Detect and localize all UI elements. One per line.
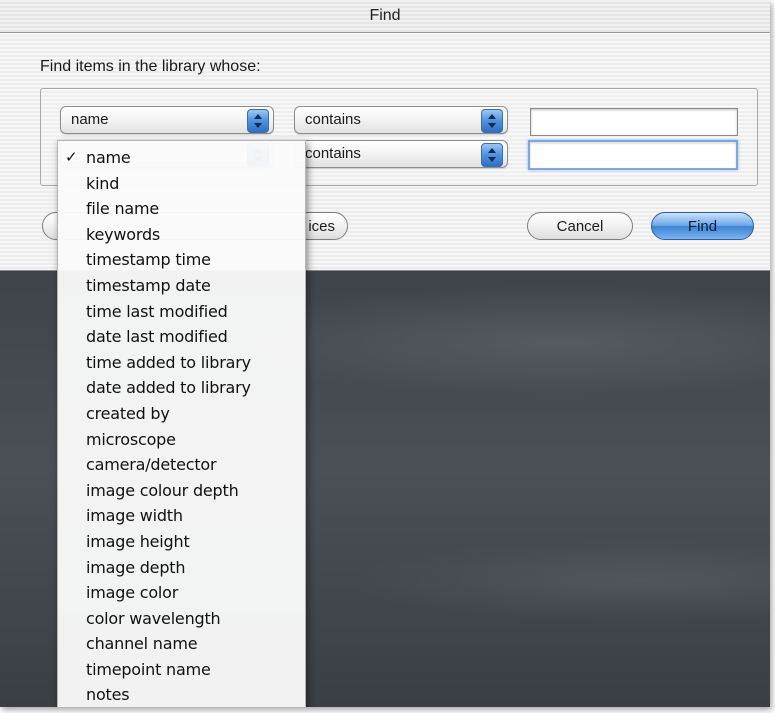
operator-popup-2-value: contains bbox=[305, 145, 361, 162]
operator-popup-1[interactable]: contains bbox=[294, 106, 508, 134]
cancel-button-label: Cancel bbox=[556, 218, 604, 235]
menu-item-label: timestamp date bbox=[86, 275, 211, 295]
title-bar[interactable]: Find bbox=[0, 0, 770, 33]
menu-item[interactable]: timepoint name bbox=[58, 657, 305, 683]
menu-item[interactable]: color wavelength bbox=[58, 606, 305, 632]
value-field-1[interactable] bbox=[530, 108, 738, 136]
cancel-button[interactable]: Cancel bbox=[527, 212, 633, 240]
find-button-label: Find bbox=[687, 218, 718, 235]
menu-item-label: keywords bbox=[86, 224, 161, 244]
more-choices-button-label: ices bbox=[308, 218, 335, 235]
menu-item-label: camera/detector bbox=[86, 455, 217, 475]
menu-item-label: time added to library bbox=[86, 352, 251, 372]
field-dropdown-menu: ✓ name kind file name keywords timestamp time… bbox=[57, 140, 306, 707]
menu-item[interactable]: date last modified bbox=[58, 324, 305, 350]
menu-item[interactable]: created by bbox=[58, 401, 305, 427]
menu-item[interactable]: image width bbox=[58, 503, 305, 529]
menu-item-label: color wavelength bbox=[86, 608, 221, 628]
find-window: Find Find items in the library whose: na… bbox=[0, 0, 770, 707]
menu-item[interactable]: image color bbox=[58, 580, 305, 606]
find-prompt-label: Find items in the library whose: bbox=[40, 58, 261, 75]
operator-popup-2[interactable]: contains bbox=[294, 140, 508, 168]
find-button[interactable]: Find bbox=[651, 212, 754, 240]
menu-item[interactable]: ✓ name bbox=[58, 145, 305, 171]
menu-item-label: image colour depth bbox=[86, 480, 239, 500]
field-popup-1[interactable]: name bbox=[60, 106, 274, 134]
menu-item[interactable]: camera/detector bbox=[58, 452, 305, 478]
menu-item[interactable]: time added to library bbox=[58, 350, 305, 376]
popup-arrows-icon bbox=[481, 109, 503, 133]
menu-item[interactable]: time last modified bbox=[58, 299, 305, 325]
menu-item[interactable]: file name bbox=[58, 196, 305, 222]
value-input-2[interactable] bbox=[530, 142, 736, 168]
menu-item-label: channel name bbox=[86, 634, 198, 654]
menu-item-label: created by bbox=[86, 403, 170, 423]
menu-item[interactable]: timestamp time bbox=[58, 247, 305, 273]
window-title: Find bbox=[369, 7, 401, 24]
operator-popup-1-value: contains bbox=[305, 111, 361, 128]
menu-item[interactable]: kind bbox=[58, 171, 305, 197]
menu-item[interactable]: image height bbox=[58, 529, 305, 555]
popup-arrows-icon bbox=[247, 109, 269, 133]
menu-item[interactable]: notes bbox=[58, 682, 305, 707]
menu-item-label: time last modified bbox=[86, 301, 228, 321]
field-menu-list: ✓ name kind file name keywords timestamp time… bbox=[58, 145, 305, 707]
menu-item-label: kind bbox=[86, 173, 120, 193]
menu-item-label: notes bbox=[86, 685, 130, 705]
menu-item[interactable]: channel name bbox=[58, 631, 305, 657]
menu-item-label: image height bbox=[86, 531, 190, 551]
menu-item[interactable]: date added to library bbox=[58, 375, 305, 401]
menu-item-label: date added to library bbox=[86, 378, 251, 398]
field-popup-1-value: name bbox=[71, 111, 109, 128]
menu-item[interactable]: microscope bbox=[58, 427, 305, 453]
popup-arrows-icon bbox=[481, 143, 503, 167]
menu-item-label: timepoint name bbox=[86, 659, 211, 679]
checkmark-icon: ✓ bbox=[65, 148, 78, 166]
menu-item-label: microscope bbox=[86, 429, 176, 449]
menu-item[interactable]: image depth bbox=[58, 555, 305, 581]
menu-item-label: image color bbox=[86, 583, 179, 603]
menu-item-label: name bbox=[86, 148, 131, 167]
menu-item[interactable]: image colour depth bbox=[58, 478, 305, 504]
menu-item-label: image depth bbox=[86, 557, 186, 577]
menu-item-label: file name bbox=[86, 199, 160, 219]
menu-item[interactable]: timestamp date bbox=[58, 273, 305, 299]
menu-item-label: image width bbox=[86, 506, 183, 526]
menu-item-label: date last modified bbox=[86, 327, 228, 347]
value-field-2[interactable] bbox=[528, 140, 738, 170]
menu-item[interactable]: keywords bbox=[58, 222, 305, 248]
menu-item-label: timestamp time bbox=[86, 250, 211, 270]
value-input-1[interactable] bbox=[531, 109, 737, 135]
